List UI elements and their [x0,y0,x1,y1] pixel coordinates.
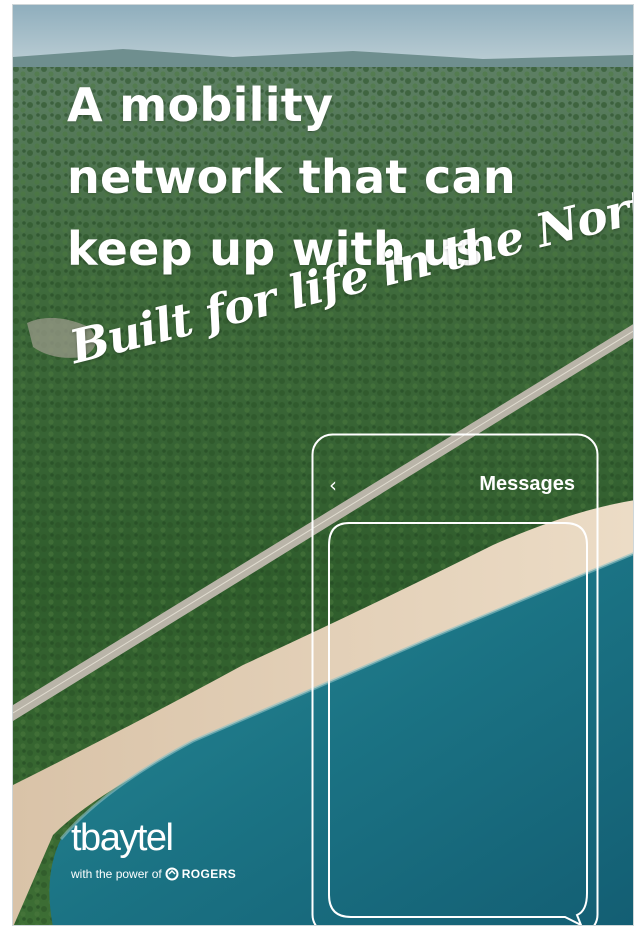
advertisement: A mobility network that can keep up with… [12,4,634,926]
phone-frame-outline [311,433,599,925]
byline-prefix: with the power of [71,867,162,881]
tbaytel-logo: tbaytel with the power of ROGERS [71,817,236,881]
rogers-flag-icon [165,867,179,881]
phone-outline: ‹ Messages [311,433,599,925]
brand-name: tbaytel [71,817,174,859]
headline-line-1: A mobility [67,78,334,132]
message-bubble-outline [328,522,588,925]
messages-title: Messages [479,473,575,495]
chevron-left-icon[interactable]: ‹ [329,473,337,497]
partner-name: ROGERS [181,867,237,881]
headline-line-2: network that can [67,150,516,204]
logo-byline: with the power of ROGERS [71,867,236,881]
